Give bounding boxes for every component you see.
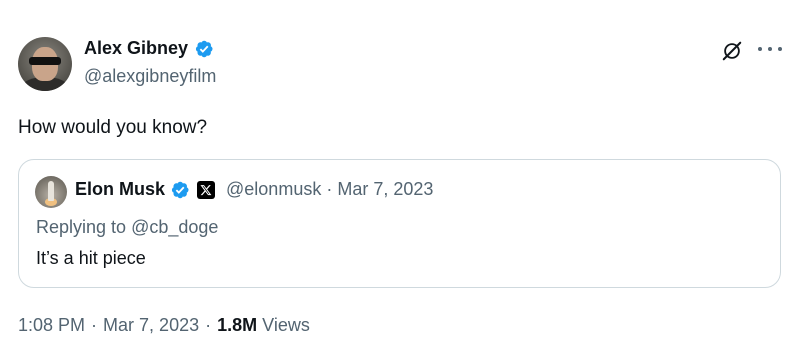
quoted-author-display-name[interactable]: Elon Musk	[75, 179, 165, 200]
footer-separator-2: ·	[205, 315, 212, 335]
author-avatar[interactable]	[18, 37, 72, 91]
replying-to: Replying to @cb_doge	[36, 217, 218, 238]
author-display-name[interactable]: Alex Gibney	[84, 38, 188, 59]
grok-icon[interactable]	[721, 40, 743, 62]
views-label[interactable]: Views	[262, 315, 310, 336]
quoted-author-handle[interactable]: @elonmusk	[226, 179, 321, 200]
quoted-tweet-header: Elon Musk @elonmusk · Mar 7, 2023	[75, 179, 433, 200]
tweet-text: How would you know?	[18, 117, 208, 138]
tweet-date[interactable]: Mar 7, 2023	[103, 315, 199, 336]
tweet-footer: 1:08 PM · Mar 7, 2023 · 1.8M Views	[18, 315, 310, 336]
tweet: Alex Gibney @alexgibneyfilm How would yo…	[0, 0, 800, 360]
footer-separator: ·	[91, 315, 98, 335]
author-name-row: Alex Gibney	[84, 38, 214, 59]
quoted-tweet-text: It’s a hit piece	[36, 248, 146, 268]
quoted-tweet-date[interactable]: Mar 7, 2023	[337, 179, 433, 200]
views-count[interactable]: 1.8M	[217, 315, 257, 336]
more-icon[interactable]	[758, 42, 782, 56]
x-logo-icon	[197, 180, 216, 199]
replying-to-prefix: Replying to	[36, 217, 127, 237]
verified-badge-icon	[195, 40, 213, 57]
replying-to-mention[interactable]: @cb_doge	[131, 217, 218, 237]
quoted-author-avatar[interactable]	[35, 176, 67, 208]
quoted-tweet[interactable]: Elon Musk @elonmusk · Mar 7, 2023 Replyi…	[18, 159, 781, 288]
quoted-verified-badge-icon	[171, 181, 189, 198]
tweet-time[interactable]: 1:08 PM	[18, 315, 85, 336]
quoted-meta-separator: ·	[326, 179, 333, 199]
author-handle[interactable]: @alexgibneyfilm	[84, 66, 216, 87]
